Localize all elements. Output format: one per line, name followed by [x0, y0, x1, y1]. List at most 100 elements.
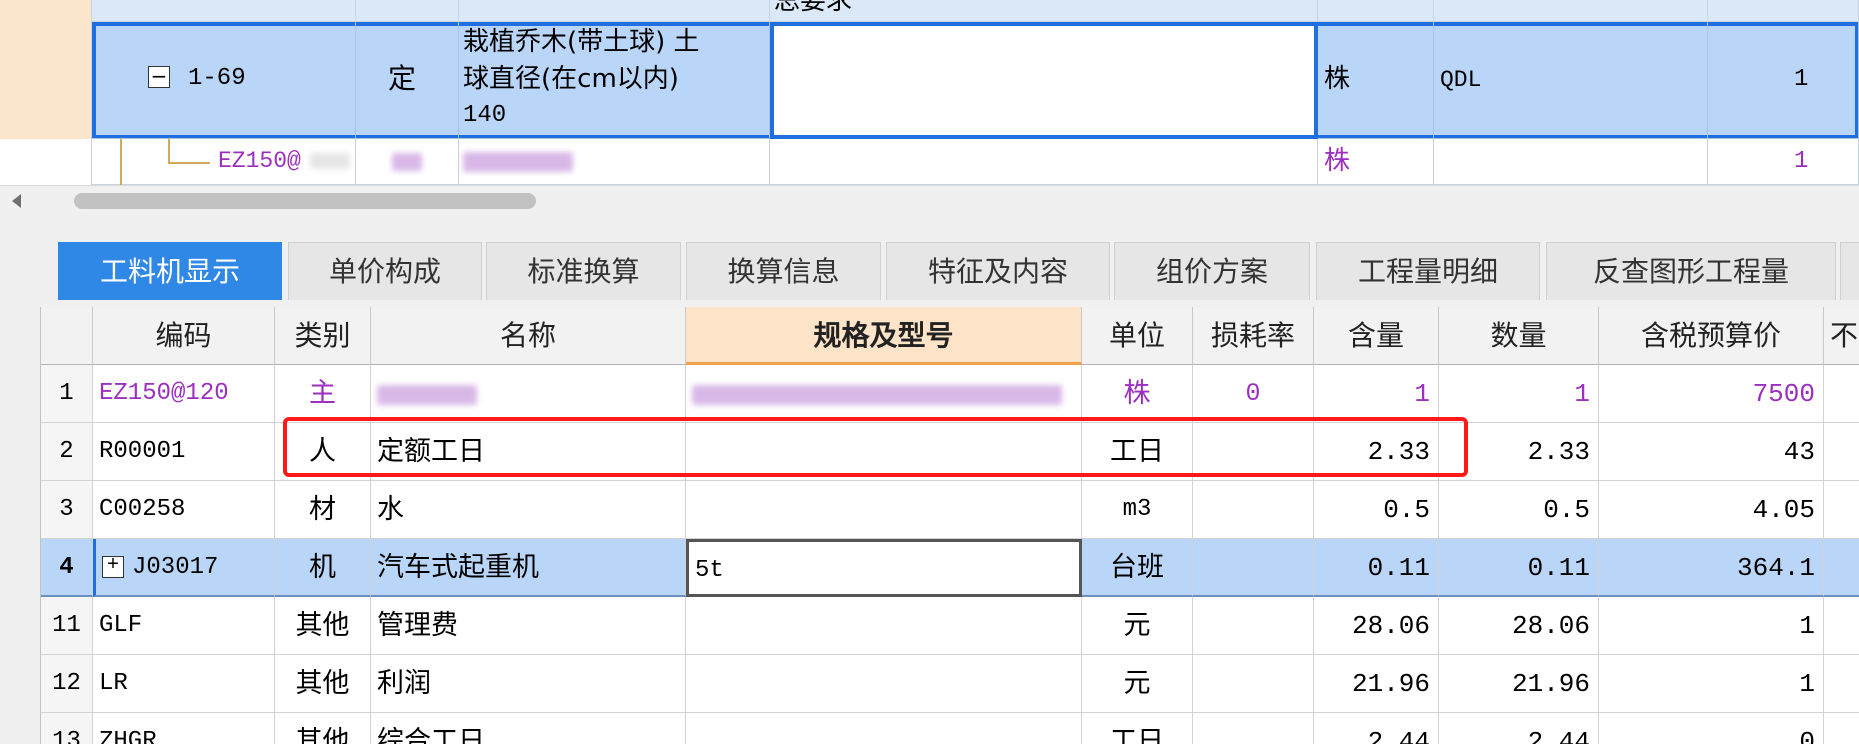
- row-header[interactable]: [0, 22, 92, 139]
- price-cell[interactable]: 7500: [1599, 365, 1824, 423]
- spec-cell[interactable]: [686, 365, 1082, 423]
- qty-cell[interactable]: 2.44: [1439, 713, 1599, 744]
- table-row[interactable]: 3 C00258 材 水 m3 0.5 0.5 4.05: [41, 481, 1859, 539]
- row-number[interactable]: 13: [41, 713, 93, 744]
- upper-row-selected[interactable]: − 1-69 定 栽植乔木(带土球) 土 球直径(在cm以内) 140 株 QD…: [0, 22, 1859, 139]
- extra-cell[interactable]: [1824, 423, 1859, 481]
- name-cell[interactable]: 定额工日: [371, 423, 686, 481]
- price-cell[interactable]: 43: [1599, 423, 1824, 481]
- spec-cell[interactable]: [686, 423, 1082, 481]
- unit-cell[interactable]: 工日: [1082, 423, 1193, 481]
- qty-cell[interactable]: 0.5: [1439, 481, 1599, 539]
- row-number[interactable]: 11: [41, 597, 93, 655]
- loss-cell[interactable]: 0: [1193, 365, 1314, 423]
- spec-cell[interactable]: [686, 655, 1082, 713]
- qty-cell[interactable]: 1: [1439, 365, 1599, 423]
- spec-cell[interactable]: [686, 597, 1082, 655]
- header-tax-budget-price[interactable]: 含税预算价: [1599, 307, 1824, 365]
- row-header[interactable]: [0, 139, 92, 185]
- expand-icon[interactable]: +: [102, 555, 124, 578]
- cell[interactable]: [356, 0, 459, 22]
- upper-row-partial[interactable]: 总要求: [0, 0, 1859, 22]
- tab-conversion-info[interactable]: 换算信息: [686, 242, 881, 300]
- header-unit[interactable]: 单位: [1082, 307, 1193, 365]
- name-cell[interactable]: [459, 139, 770, 185]
- table-row[interactable]: 2 R00001 人 定额工日 工日 2.33 2.33 43: [41, 423, 1859, 481]
- tab-features-content[interactable]: 特征及内容: [886, 242, 1110, 300]
- content-cell[interactable]: 28.06: [1314, 597, 1439, 655]
- extra-cell[interactable]: [1824, 365, 1859, 423]
- unit-cell[interactable]: 工日: [1082, 713, 1193, 744]
- code-cell[interactable]: EZ150@: [92, 139, 356, 185]
- cell[interactable]: [1708, 0, 1859, 22]
- loss-cell[interactable]: [1193, 713, 1314, 744]
- spec-cell[interactable]: [686, 481, 1082, 539]
- spec-cell[interactable]: [686, 713, 1082, 744]
- unit-cell[interactable]: 元: [1082, 597, 1193, 655]
- qty-cell[interactable]: 1: [1708, 139, 1859, 185]
- code-cell[interactable]: LR: [93, 655, 275, 713]
- loss-cell[interactable]: [1193, 655, 1314, 713]
- content-cell[interactable]: 0.5: [1314, 481, 1439, 539]
- table-row[interactable]: 12 LR 其他 利润 元 21.96 21.96 1: [41, 655, 1859, 713]
- table-row[interactable]: 1 EZ150@120 主 株 0 1 1 7500: [41, 365, 1859, 423]
- type-cell[interactable]: 其他: [275, 597, 371, 655]
- tab-overflow[interactable]: [1840, 242, 1859, 300]
- content-cell[interactable]: 21.96: [1314, 655, 1439, 713]
- header-loss-rate[interactable]: 损耗率: [1193, 307, 1314, 365]
- row-number[interactable]: 4: [41, 539, 93, 597]
- tab-pricing-scheme[interactable]: 组价方案: [1114, 242, 1310, 300]
- price-cell[interactable]: 1: [1599, 655, 1824, 713]
- collapse-icon[interactable]: −: [148, 66, 170, 88]
- qty-cell[interactable]: 2.33: [1439, 423, 1599, 481]
- unit-cell[interactable]: 株: [1318, 22, 1434, 139]
- name-cell[interactable]: [371, 365, 686, 423]
- row-number[interactable]: 3: [41, 481, 93, 539]
- unit-cell[interactable]: 株: [1318, 139, 1434, 185]
- extra-cell[interactable]: [1824, 481, 1859, 539]
- table-row-selected[interactable]: 4 + J03017 机 汽车式起重机 5t 台班 0.11 0.11 364.1: [41, 539, 1859, 597]
- qty-expr-cell[interactable]: [1434, 139, 1708, 185]
- cell[interactable]: [92, 0, 356, 22]
- name-cell[interactable]: 栽植乔木(带土球) 土 球直径(在cm以内) 140: [459, 22, 770, 139]
- type-cell[interactable]: 其他: [275, 713, 371, 744]
- active-edit-cell[interactable]: [770, 22, 1318, 139]
- cell[interactable]: [1434, 0, 1708, 22]
- upper-row-child[interactable]: EZ150@ 株 1: [0, 139, 1859, 185]
- name-cell[interactable]: 汽车式起重机: [371, 539, 686, 597]
- content-cell[interactable]: 1: [1314, 365, 1439, 423]
- code-cell[interactable]: − 1-69: [92, 22, 356, 139]
- code-cell[interactable]: GLF: [93, 597, 275, 655]
- header-extra[interactable]: 不: [1824, 307, 1859, 365]
- content-cell[interactable]: 0.11: [1314, 539, 1439, 597]
- type-cell[interactable]: [356, 139, 459, 185]
- header-row-number[interactable]: [41, 307, 93, 365]
- table-row[interactable]: 13 ZHGR 其他 综合工日 工日 2.44 2.44 0: [41, 713, 1859, 744]
- header-spec[interactable]: 规格及型号: [686, 307, 1082, 365]
- row-number[interactable]: 1: [41, 365, 93, 423]
- header-content[interactable]: 含量: [1314, 307, 1439, 365]
- qty-cell[interactable]: 21.96: [1439, 655, 1599, 713]
- type-cell[interactable]: 主: [275, 365, 371, 423]
- name-cell[interactable]: 管理费: [371, 597, 686, 655]
- scroll-left-arrow-icon[interactable]: [12, 194, 21, 208]
- name-cell[interactable]: 综合工日: [371, 713, 686, 744]
- type-cell[interactable]: 定: [356, 22, 459, 139]
- qty-cell[interactable]: 0.11: [1439, 539, 1599, 597]
- content-cell[interactable]: 2.44: [1314, 713, 1439, 744]
- table-row[interactable]: 11 GLF 其他 管理费 元 28.06 28.06 1: [41, 597, 1859, 655]
- spec-cell[interactable]: [770, 139, 1318, 185]
- price-cell[interactable]: 1: [1599, 597, 1824, 655]
- horizontal-scrollbar[interactable]: [0, 185, 1859, 216]
- row-number[interactable]: 12: [41, 655, 93, 713]
- price-cell[interactable]: 4.05: [1599, 481, 1824, 539]
- extra-cell[interactable]: [1824, 539, 1859, 597]
- content-cell[interactable]: 2.33: [1314, 423, 1439, 481]
- loss-cell[interactable]: [1193, 597, 1314, 655]
- unit-cell[interactable]: 株: [1082, 365, 1193, 423]
- code-cell[interactable]: EZ150@120: [93, 365, 275, 423]
- tab-standard-conversion[interactable]: 标准换算: [486, 242, 681, 300]
- header-type[interactable]: 类别: [275, 307, 371, 365]
- extra-cell[interactable]: [1824, 713, 1859, 744]
- extra-cell[interactable]: [1824, 655, 1859, 713]
